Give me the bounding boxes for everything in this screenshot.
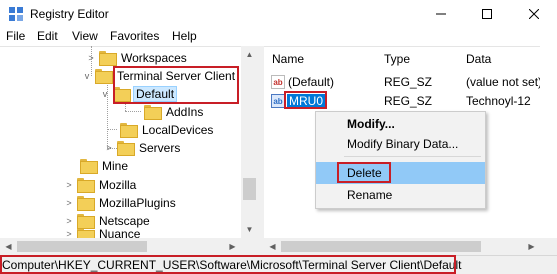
expand-icon[interactable]: >	[64, 211, 74, 230]
maximize-button[interactable]	[464, 0, 510, 28]
expand-icon[interactable]: >	[64, 175, 74, 194]
tree-item-label: Mozilla	[99, 177, 137, 192]
folder-icon	[80, 159, 98, 174]
scroll-down-arrow-icon[interactable]: ▼	[241, 221, 258, 238]
collapse-icon[interactable]: v	[100, 84, 110, 103]
collapse-icon[interactable]: v	[82, 66, 92, 85]
expander-placeholder	[67, 156, 77, 175]
folder-icon	[77, 196, 95, 211]
title-bar: Registry Editor	[0, 0, 557, 28]
tree-item-netscape[interactable]: > Netscape	[64, 211, 152, 230]
scroll-left-arrow-icon[interactable]: ◀	[0, 238, 17, 255]
window-title: Registry Editor	[30, 7, 109, 21]
menu-item-modify-binary[interactable]: Modify Binary Data...	[316, 133, 485, 155]
tree-guide	[125, 103, 126, 111]
tree-item-label: Netscape	[99, 213, 150, 228]
values-vertical-scrollbar[interactable]	[540, 46, 557, 238]
menu-edit[interactable]: Edit	[37, 29, 58, 43]
folder-open-icon	[95, 69, 113, 84]
column-header-data[interactable]: Data	[466, 52, 491, 66]
highlight-status-path	[0, 255, 456, 274]
value-type: REG_SZ	[384, 75, 433, 89]
folder-icon	[77, 214, 95, 229]
column-header-type[interactable]: Type	[384, 52, 410, 66]
tree-item-mine[interactable]: Mine	[67, 156, 130, 175]
menu-view[interactable]: View	[72, 29, 98, 43]
value-data: Technoyl-12	[466, 94, 531, 108]
tree-item-mozilla[interactable]: > Mozilla	[64, 175, 138, 194]
scrollbar-corner	[540, 238, 557, 255]
string-value-icon: ab	[271, 75, 285, 89]
string-value-icon: ab	[271, 94, 285, 108]
tree-item-servers[interactable]: > Servers	[104, 138, 182, 157]
value-type: REG_SZ	[384, 94, 433, 108]
context-menu: Modify... Modify Binary Data... Delete R…	[315, 111, 486, 209]
tree-item-label: LocalDevices	[142, 122, 214, 137]
tree-horizontal-scroll-thumb[interactable]	[17, 241, 147, 252]
tree-item-label: Mine	[102, 158, 129, 173]
folder-icon	[99, 51, 117, 66]
folder-icon	[117, 141, 135, 156]
folder-icon	[77, 178, 95, 193]
highlight-delete	[337, 162, 391, 183]
scrollbar-corner	[241, 238, 258, 255]
column-header-name[interactable]: Name	[272, 52, 304, 66]
highlight-mru0	[284, 91, 327, 109]
close-icon	[529, 9, 539, 19]
expand-icon[interactable]: >	[64, 193, 74, 212]
tree-item-label: MozillaPlugins	[99, 195, 176, 210]
menu-item-modify[interactable]: Modify...	[316, 113, 485, 135]
close-button[interactable]	[511, 0, 557, 28]
maximize-icon	[482, 9, 492, 19]
value-data: (value not set)	[466, 75, 543, 89]
menu-favorites[interactable]: Favorites	[110, 29, 159, 43]
scroll-right-arrow-icon[interactable]: ▶	[224, 238, 241, 255]
tree-item-workspaces[interactable]: > Workspaces	[86, 48, 189, 67]
folder-icon	[120, 123, 138, 138]
expander-placeholder	[131, 102, 141, 121]
value-name[interactable]: (Default)	[288, 75, 334, 89]
expander-placeholder	[107, 120, 117, 139]
minimize-button[interactable]	[418, 0, 464, 28]
scroll-right-arrow-icon[interactable]: ▶	[523, 238, 540, 255]
tree-item-label: Servers	[139, 140, 181, 155]
menu-help[interactable]: Help	[172, 29, 197, 43]
folder-icon	[144, 105, 162, 120]
minimize-icon	[436, 13, 446, 15]
scroll-left-arrow-icon[interactable]: ◀	[264, 238, 281, 255]
expand-icon[interactable]: >	[104, 138, 114, 157]
tree-item-addins[interactable]: AddIns	[131, 102, 205, 121]
highlight-terminal-server-client	[113, 66, 239, 104]
tree-item-label: AddIns	[166, 104, 204, 119]
tree-item-localdevices[interactable]: LocalDevices	[107, 120, 215, 139]
menu-item-rename[interactable]: Rename	[316, 184, 485, 206]
menu-separator	[344, 156, 481, 157]
menu-bar: File Edit View Favorites Help	[0, 28, 557, 46]
tree-item-mozillaplugins[interactable]: > MozillaPlugins	[64, 193, 178, 212]
tree-item-label: Workspaces	[121, 50, 187, 65]
values-horizontal-scroll-thumb[interactable]	[281, 241, 481, 252]
scroll-up-arrow-icon[interactable]: ▲	[241, 46, 258, 63]
expand-icon[interactable]: >	[86, 48, 96, 67]
tree-vertical-scroll-thumb[interactable]	[243, 178, 256, 200]
tree-vertical-scrollbar[interactable]	[241, 46, 258, 238]
registry-editor-icon	[9, 7, 23, 21]
menu-file[interactable]: File	[6, 29, 25, 43]
